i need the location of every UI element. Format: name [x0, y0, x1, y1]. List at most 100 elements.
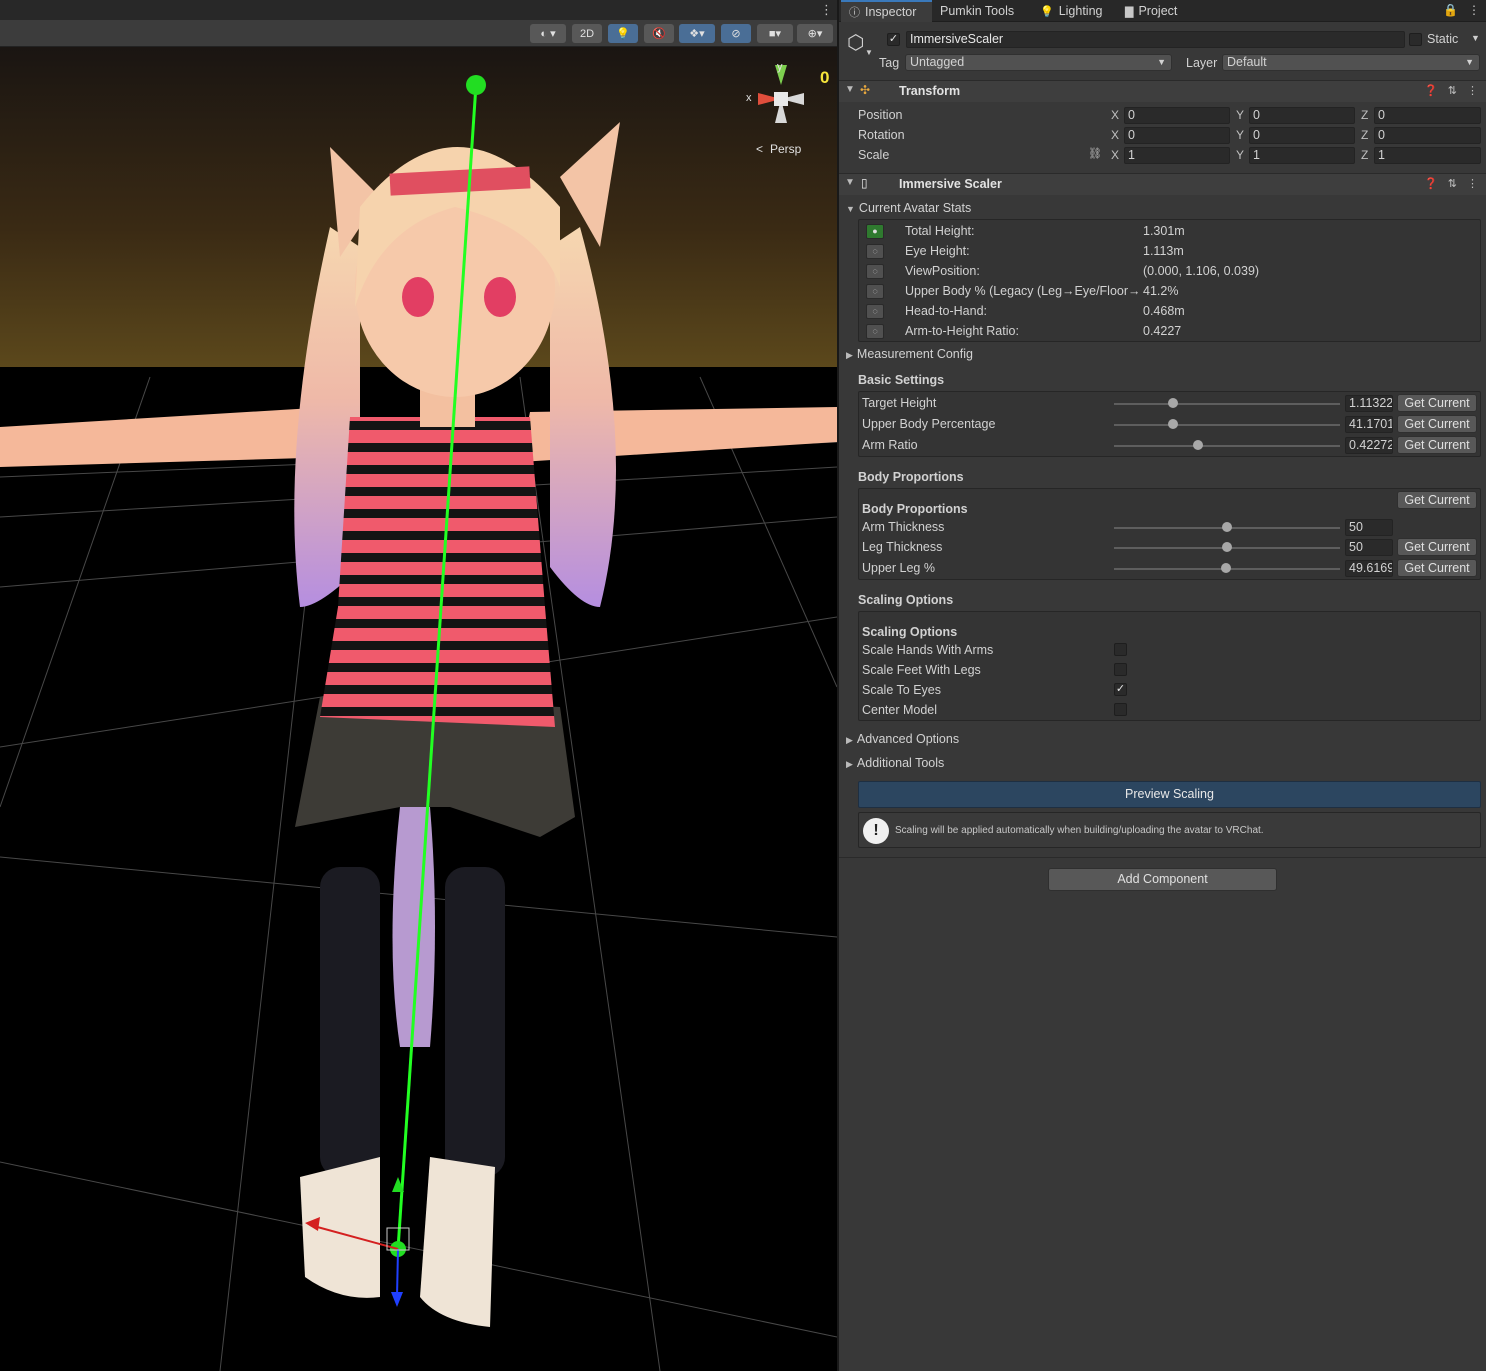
foldout-arrow-icon: ▶ — [846, 350, 853, 360]
help-icon[interactable]: ❓ — [1424, 84, 1438, 97]
active-checkbox[interactable]: ✓ — [887, 33, 900, 46]
advanced-options-foldout[interactable]: ▶ Advanced Options — [846, 732, 959, 746]
body-proportions-title: Body Proportions — [858, 470, 964, 484]
target-height-slider-thumb[interactable] — [1167, 398, 1178, 408]
scene-view[interactable]: ⋮ ◐ ▾ 2D 💡 🔇 ❖▾ ⊘ ■▾ ⊕▾ x y Persp 0 < — [0, 0, 837, 1371]
gizmos-toggle-icon[interactable]: ⊕▾ — [797, 24, 833, 43]
get-current-button[interactable]: Get Current — [1397, 436, 1477, 454]
scale-z-field[interactable]: 1 — [1374, 147, 1481, 164]
target-height-field[interactable]: 1.11322 — [1345, 395, 1393, 412]
more-options-icon[interactable]: ⋮ — [820, 2, 833, 18]
scale-y-field[interactable]: 1 — [1249, 147, 1355, 164]
tab-project-label: Project — [1138, 4, 1178, 18]
more-options-icon[interactable]: ⋮ — [1467, 177, 1478, 190]
stat-value: 0.4227 — [1143, 324, 1182, 338]
leg-thickness-slider-thumb[interactable] — [1222, 542, 1232, 552]
arm-thickness-slider-thumb[interactable] — [1222, 522, 1232, 532]
position-z-field[interactable]: 0 — [1374, 107, 1481, 124]
get-current-button[interactable]: Get Current — [1397, 559, 1477, 577]
lock-icon[interactable]: 🔒 — [1443, 3, 1458, 17]
get-current-button[interactable]: Get Current — [1397, 415, 1477, 433]
stat-label: Total Height: — [905, 224, 975, 238]
tab-project[interactable]: ▇ Project — [1117, 0, 1197, 22]
tab-inspector[interactable]: ⓘ Inspector — [841, 0, 932, 22]
upper-leg-percent-field[interactable]: 49.6169 — [1345, 560, 1393, 577]
rotation-x-field[interactable]: 0 — [1124, 127, 1230, 144]
rotation-y-field[interactable]: 0 — [1249, 127, 1355, 144]
hidden-objects-toggle-icon[interactable]: ⊘ — [721, 24, 751, 43]
toggle-2d-button[interactable]: 2D — [572, 24, 602, 43]
object-name-field[interactable]: ImmersiveScaler — [906, 31, 1405, 48]
help-icon[interactable]: ❓ — [1424, 177, 1438, 190]
get-current-button[interactable]: Get Current — [1397, 394, 1477, 412]
target-height-slider[interactable] — [1114, 403, 1340, 405]
arm-ratio-field[interactable]: 0.42272 — [1345, 437, 1393, 454]
arm-thickness-field[interactable]: 50 — [1345, 519, 1393, 536]
component-separator — [839, 857, 1486, 858]
preview-scaling-button[interactable]: Preview Scaling — [858, 781, 1481, 808]
position-y-field[interactable]: 0 — [1249, 107, 1355, 124]
center-model-checkbox[interactable] — [1114, 703, 1127, 716]
layer-dropdown[interactable]: Default ▼ — [1222, 54, 1480, 71]
foldout-arrow-icon: ▼ — [846, 204, 855, 214]
stat-toggle-icon[interactable]: ● — [866, 224, 884, 239]
effects-toggle-icon[interactable]: ❖▾ — [679, 24, 715, 43]
scale-x-axis: X — [1111, 148, 1120, 162]
tab-lighting[interactable]: 💡 Lighting — [1032, 0, 1110, 22]
stat-toggle-icon[interactable]: ◌ — [866, 244, 884, 259]
upper-body-percentage-slider[interactable] — [1114, 424, 1340, 426]
foldout-arrow-icon[interactable]: ▼ — [845, 84, 855, 95]
upper-body-percentage-field[interactable]: 41.1701 — [1345, 416, 1393, 433]
script-file-icon: ▯ — [861, 176, 868, 190]
link-icon[interactable]: ⛓ — [1088, 147, 1102, 160]
arm-ratio-slider[interactable] — [1114, 445, 1340, 447]
current-avatar-stats-foldout[interactable]: ▼ Current Avatar Stats — [846, 201, 971, 215]
stat-toggle-icon[interactable]: ◌ — [866, 284, 884, 299]
additional-tools-foldout[interactable]: ▶ Additional Tools — [846, 756, 944, 770]
presets-icon[interactable]: ⇅ — [1448, 84, 1457, 97]
more-options-icon[interactable]: ⋮ — [1467, 84, 1478, 97]
foldout-arrow-icon: ▶ — [846, 735, 853, 745]
gameobject-cube-icon[interactable]: ⬡ — [847, 30, 864, 55]
static-checkbox[interactable] — [1409, 33, 1422, 46]
lighting-toggle-icon[interactable]: 💡 — [608, 24, 638, 43]
scale-hands-with-arms-label: Scale Hands With Arms — [862, 643, 994, 657]
scale-hands-with-arms-checkbox[interactable] — [1114, 643, 1127, 656]
shading-mode-icon[interactable]: ◐ ▾ — [530, 24, 566, 43]
audio-toggle-icon[interactable]: 🔇 — [644, 24, 674, 43]
static-dropdown-icon[interactable]: ▼ — [1471, 33, 1480, 43]
stat-label: Upper Body % (Legacy (Leg→Eye/Floor→E — [905, 284, 1141, 298]
get-current-button[interactable]: Get Current — [1397, 538, 1477, 556]
immersive-scaler-header[interactable]: ▼ ▯ Immersive Scaler ❓ ⇅ ⋮ — [839, 173, 1486, 195]
tab-pumkin-tools[interactable]: Pumkin Tools — [932, 0, 1027, 22]
get-current-button[interactable]: Get Current — [1397, 491, 1477, 509]
upper-leg-percent-slider-thumb[interactable] — [1220, 563, 1231, 573]
camera-settings-icon[interactable]: ■▾ — [757, 24, 793, 43]
tag-value: Untagged — [910, 55, 965, 69]
measurement-config-foldout[interactable]: ▶ Measurement Config — [846, 347, 973, 361]
stat-toggle-icon[interactable]: ◌ — [866, 324, 884, 339]
add-component-button[interactable]: Add Component — [1048, 868, 1277, 891]
transform-header[interactable]: ▼ ✣ Transform ❓ ⇅ ⋮ — [839, 80, 1486, 102]
scale-feet-with-legs-checkbox[interactable] — [1114, 663, 1127, 676]
foldout-arrow-icon: ▶ — [846, 759, 853, 769]
scale-x-field[interactable]: 1 — [1124, 147, 1230, 164]
upper-body-percentage-slider-thumb[interactable] — [1167, 419, 1178, 429]
info-help-box: ! Scaling will be applied automatically … — [858, 812, 1481, 848]
arm-ratio-slider-thumb[interactable] — [1192, 440, 1203, 450]
tag-dropdown[interactable]: Untagged ▼ — [905, 54, 1172, 71]
stat-toggle-icon[interactable]: ◌ — [866, 264, 884, 279]
gizmo-persp-label[interactable]: Persp — [770, 142, 802, 156]
scene-viewport[interactable]: x y Persp 0 < — [0, 47, 837, 1371]
position-x-axis: X — [1111, 108, 1120, 122]
warning-icon: ! — [863, 818, 889, 844]
leg-thickness-field[interactable]: 50 — [1345, 539, 1393, 556]
foldout-arrow-icon[interactable]: ▼ — [845, 177, 855, 188]
stat-toggle-icon[interactable]: ◌ — [866, 304, 884, 319]
position-x-field[interactable]: 0 — [1124, 107, 1230, 124]
scale-to-eyes-checkbox[interactable]: ✓ — [1114, 683, 1127, 696]
presets-icon[interactable]: ⇅ — [1448, 177, 1457, 190]
more-options-icon[interactable]: ⋮ — [1468, 3, 1480, 17]
component-header-icons: ❓ ⇅ ⋮ — [1424, 84, 1478, 97]
rotation-z-field[interactable]: 0 — [1374, 127, 1481, 144]
